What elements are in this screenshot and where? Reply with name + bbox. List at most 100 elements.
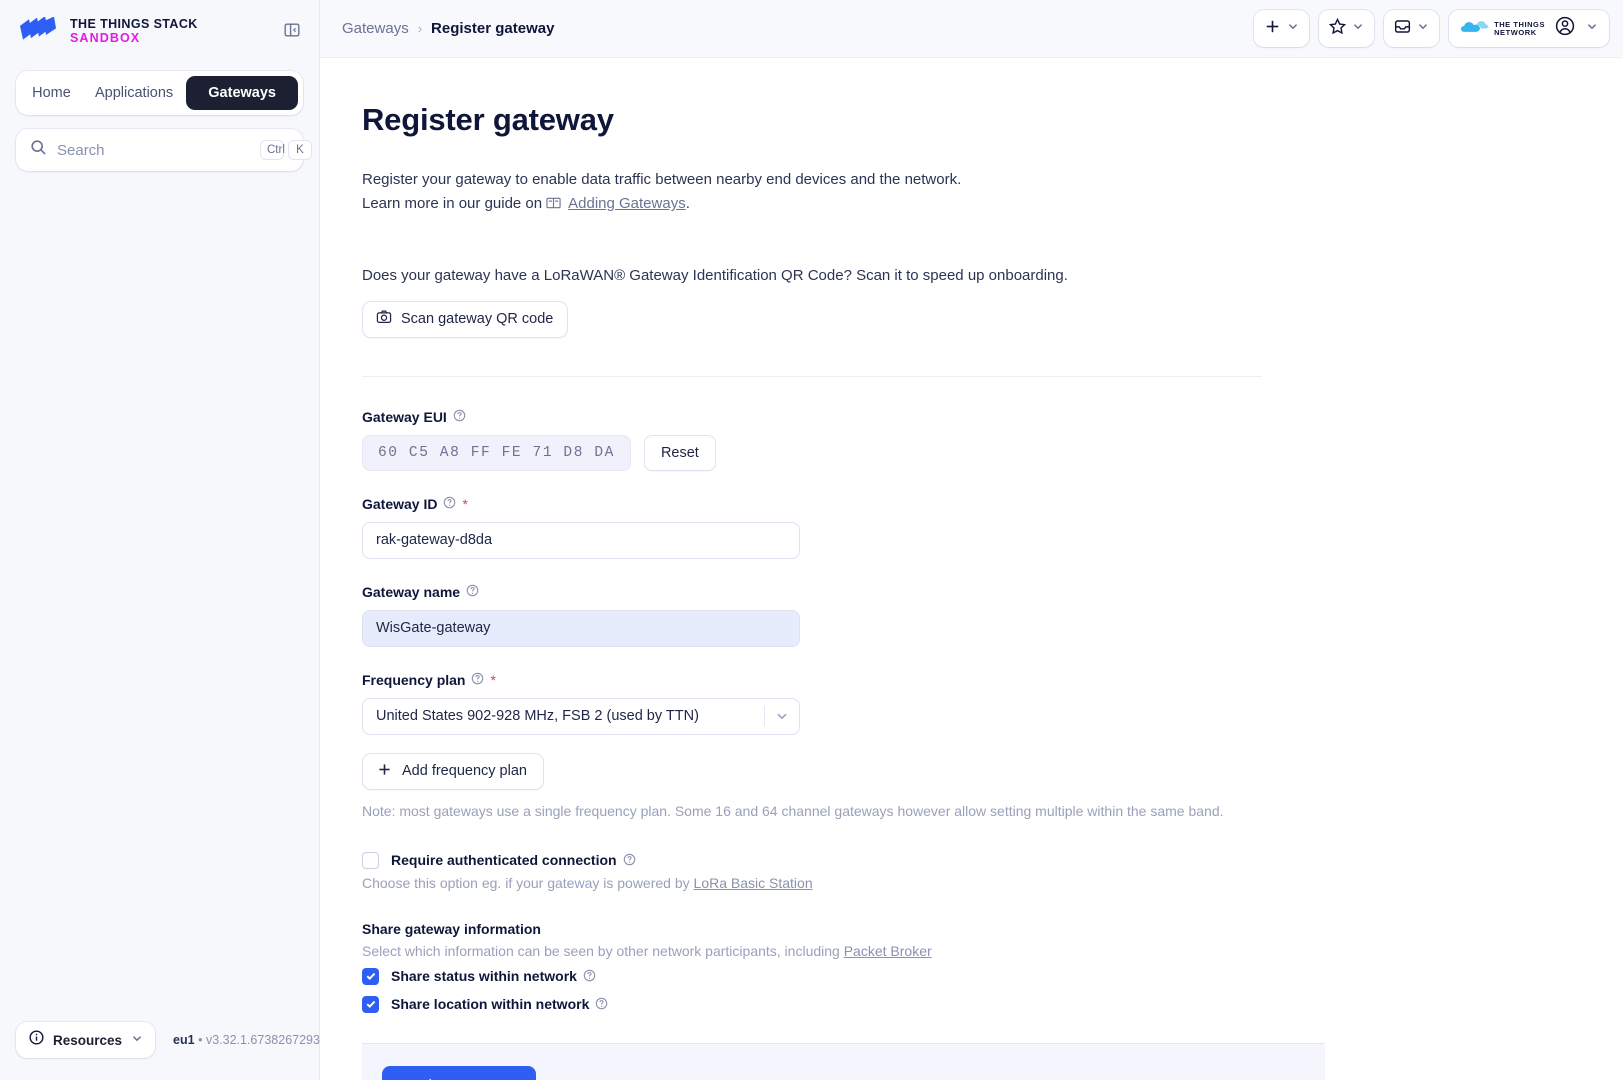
share-location-label[interactable]: Share location within network	[391, 996, 608, 1012]
search-kbd-ctrl: Ctrl	[260, 140, 285, 160]
breadcrumb: Gateways › Register gateway	[342, 20, 554, 37]
require-auth-label-text: Require authenticated connection	[391, 852, 617, 869]
user-menu-button[interactable]: THE THINGS NETWORK	[1449, 10, 1609, 47]
panel-collapse-icon[interactable]	[281, 19, 303, 41]
adding-gateways-link[interactable]: Adding Gateways	[568, 192, 686, 216]
breadcrumb-current: Register gateway	[431, 20, 555, 37]
share-status-checkbox[interactable]	[362, 967, 379, 985]
help-circle-icon[interactable]	[583, 969, 596, 985]
help-circle-icon[interactable]	[595, 997, 608, 1013]
share-status-label[interactable]: Share status within network	[391, 968, 596, 984]
share-section-description: Select which information can be seen by …	[362, 943, 1623, 959]
field-gateway-id: Gateway ID *	[362, 495, 1623, 559]
lora-basic-station-link[interactable]: LoRa Basic Station	[694, 875, 813, 891]
topbar-actions: THE THINGS NETWORK	[1254, 10, 1609, 47]
page-title: Register gateway	[362, 102, 614, 137]
version-cluster: eu1	[173, 1033, 195, 1047]
share-location-checkbox[interactable]	[362, 995, 379, 1013]
chevron-down-icon	[130, 1031, 144, 1050]
version-build: v3.32.1.6738267293	[205, 1033, 320, 1047]
sidebar-tab-home[interactable]: Home	[21, 76, 82, 110]
book-icon	[546, 194, 561, 218]
reset-eui-button[interactable]: Reset	[643, 434, 716, 471]
qr-block: Does your gateway have a LoRaWAN® Gatewa…	[362, 267, 1623, 338]
help-circle-icon[interactable]	[443, 496, 456, 514]
resources-label: Resources	[53, 1032, 123, 1048]
brand[interactable]: THE THINGS STACK SANDBOX	[18, 17, 198, 45]
add-frequency-plan-label: Add frequency plan	[402, 763, 527, 780]
page-body: Register gateway Register your gateway t…	[320, 58, 1623, 1080]
bookmarks-menu-button[interactable]	[1319, 10, 1375, 47]
frequency-plan-label: Frequency plan	[362, 671, 466, 688]
gateway-id-required-marker: *	[462, 495, 468, 512]
share-location-label-text: Share location within network	[391, 996, 590, 1013]
intro-line-1: Register your gateway to enable data tra…	[362, 171, 962, 188]
plus-icon	[1263, 17, 1282, 41]
scan-qr-label: Scan gateway QR code	[401, 311, 554, 328]
help-circle-icon[interactable]	[466, 584, 479, 602]
things-stack-logo-icon	[18, 17, 58, 45]
field-gateway-eui: Gateway EUI 60 C5 A8 FF FE 71 D8 DA Rese…	[362, 408, 1623, 471]
require-auth-description: Choose this option eg. if your gateway i…	[362, 875, 1623, 891]
intro-line-2-prefix: Learn more in our guide on	[362, 195, 543, 213]
gateway-eui-value[interactable]: 60 C5 A8 FF FE 71 D8 DA	[362, 434, 631, 471]
inbox-icon	[1393, 17, 1412, 41]
share-section-title: Share gateway information	[362, 920, 541, 937]
cloud-icon	[1461, 18, 1489, 40]
sidebar-header: THE THINGS STACK SANDBOX	[0, 0, 319, 45]
ttn-word-line-2: NETWORK	[1494, 27, 1537, 37]
share-location-row: Share location within network	[362, 995, 1623, 1013]
sidebar-tab-gateways[interactable]: Gateways	[186, 76, 298, 110]
chevron-down-icon	[1416, 19, 1430, 38]
chevron-down-icon	[1585, 19, 1599, 38]
plus-icon	[377, 762, 392, 781]
sidebar-tab-applications[interactable]: Applications	[84, 76, 184, 110]
field-require-auth: Require authenticated connection Choose …	[362, 851, 1623, 891]
brand-text: THE THINGS STACK SANDBOX	[70, 17, 198, 45]
search-box[interactable]: Ctrl K	[16, 129, 312, 171]
chevron-down-icon[interactable]	[765, 708, 799, 724]
intro-line-2: Learn more in our guide on Adding Gatewa…	[362, 192, 1623, 216]
info-circle-icon	[28, 1029, 45, 1051]
field-frequency-plan: Frequency plan * United States 902-928 M…	[362, 671, 1623, 819]
chevron-down-icon	[1351, 19, 1365, 38]
resources-button[interactable]: Resources	[16, 1022, 156, 1058]
frequency-plan-required-marker: *	[490, 671, 496, 688]
breadcrumb-gateways[interactable]: Gateways	[342, 20, 409, 37]
star-icon	[1328, 17, 1347, 41]
help-circle-icon[interactable]	[471, 672, 484, 690]
qr-prompt: Does your gateway have a LoRaWAN® Gatewa…	[362, 266, 1068, 284]
help-circle-icon[interactable]	[623, 853, 636, 869]
require-auth-label[interactable]: Require authenticated connection	[391, 852, 636, 868]
section-divider-top	[362, 375, 1262, 377]
packet-broker-link[interactable]: Packet Broker	[844, 943, 932, 959]
field-gateway-name: Gateway name	[362, 583, 1623, 647]
require-auth-checkbox[interactable]	[362, 851, 379, 869]
help-circle-icon[interactable]	[453, 409, 466, 427]
camera-icon	[376, 309, 392, 329]
topbar: Gateways › Register gateway THE THINGS N…	[320, 0, 1623, 58]
frequency-plan-note: Note: most gateways use a single frequen…	[362, 802, 1224, 819]
search-kbd-k: K	[288, 140, 312, 160]
search-input[interactable]	[57, 141, 256, 159]
brand-line-2: SANDBOX	[70, 31, 141, 45]
scan-qr-button[interactable]: Scan gateway QR code	[362, 300, 569, 338]
sidebar-tabs: Home Applications Gateways	[16, 71, 303, 115]
gateway-name-input[interactable]	[362, 609, 800, 647]
add-frequency-plan-button[interactable]: Add frequency plan	[362, 752, 544, 790]
things-network-wordmark: THE THINGS NETWORK	[1494, 20, 1545, 37]
notifications-menu-button[interactable]	[1384, 10, 1440, 47]
require-auth-desc-text: Choose this option eg. if your gateway i…	[362, 874, 690, 891]
sidebar-footer: Resources eu1 • v3.32.1.6738267293	[0, 1022, 320, 1080]
gateway-id-label: Gateway ID	[362, 495, 438, 512]
search-icon	[30, 139, 47, 161]
register-gateway-button[interactable]: Register gateway	[382, 1065, 536, 1080]
frequency-plan-value: United States 902-928 MHz, FSB 2 (used b…	[376, 708, 699, 725]
user-avatar-icon	[1554, 15, 1576, 42]
intro-line-2-suffix: .	[685, 195, 690, 213]
gateway-id-input[interactable]	[362, 521, 800, 559]
sidebar: THE THINGS STACK SANDBOX Home Applicatio…	[0, 0, 320, 1080]
version-info: eu1 • v3.32.1.6738267293	[173, 1033, 320, 1047]
frequency-plan-select[interactable]: United States 902-928 MHz, FSB 2 (used b…	[362, 697, 800, 735]
add-menu-button[interactable]	[1254, 10, 1310, 47]
